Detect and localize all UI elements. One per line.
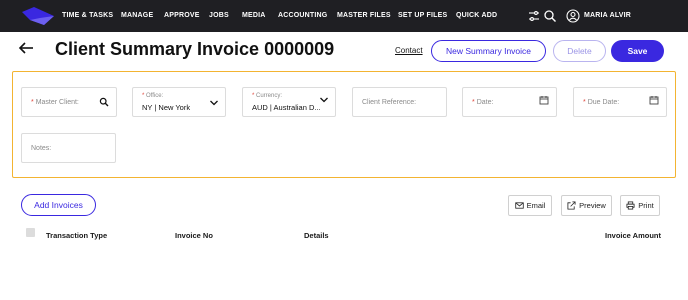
chevron-down-icon[interactable] bbox=[319, 95, 329, 105]
save-button[interactable]: Save bbox=[611, 40, 664, 62]
nav-item-jobs[interactable]: JOBS bbox=[209, 12, 229, 20]
client-reference-placeholder: Client Reference: bbox=[362, 99, 417, 106]
calendar-icon[interactable] bbox=[649, 95, 659, 105]
user-name[interactable]: MARIA ALVIR bbox=[584, 12, 631, 20]
delete-button[interactable]: Delete bbox=[553, 40, 606, 62]
notes-placeholder: Notes: bbox=[31, 145, 52, 152]
nav-item-accounting[interactable]: ACCOUNTING bbox=[278, 12, 327, 20]
select-all-checkbox[interactable] bbox=[26, 228, 35, 237]
user-circle-icon[interactable] bbox=[566, 9, 580, 23]
required-mark: * bbox=[583, 99, 586, 106]
client-reference-input[interactable]: Client Reference: bbox=[352, 87, 447, 117]
envelope-icon bbox=[514, 202, 524, 209]
back-arrow-icon[interactable] bbox=[18, 41, 34, 55]
column-header-details[interactable]: Details bbox=[304, 231, 329, 240]
due-date-placeholder: Due Date: bbox=[587, 99, 620, 106]
top-nav-bar: TIME & TASKS MANAGE APPROVE JOBS MEDIA A… bbox=[0, 0, 688, 32]
contact-link[interactable]: Contact bbox=[395, 46, 423, 56]
search-icon[interactable] bbox=[99, 97, 109, 107]
currency-label: Currency: bbox=[256, 93, 283, 99]
filter-sliders-icon[interactable] bbox=[527, 9, 541, 23]
date-input[interactable]: * Date: bbox=[462, 87, 557, 117]
nav-item-set-up-files[interactable]: SET UP FILES bbox=[398, 12, 447, 20]
required-mark: * bbox=[472, 99, 475, 106]
app-logo-icon[interactable] bbox=[22, 7, 54, 25]
print-button[interactable]: Print bbox=[620, 195, 660, 216]
calendar-icon[interactable] bbox=[539, 95, 549, 105]
nav-item-quick-add[interactable]: QUICK ADD bbox=[456, 12, 497, 20]
nav-item-media[interactable]: MEDIA bbox=[242, 12, 266, 20]
email-button[interactable]: Email bbox=[508, 195, 552, 216]
nav-item-manage[interactable]: MANAGE bbox=[121, 12, 153, 20]
preview-label: Preview bbox=[579, 201, 606, 210]
nav-item-time-tasks[interactable]: TIME & TASKS bbox=[62, 12, 113, 20]
date-placeholder: Date: bbox=[476, 99, 494, 106]
master-client-field[interactable]: * Master Client: bbox=[21, 87, 117, 117]
column-header-transaction-type[interactable]: Transaction Type bbox=[46, 231, 107, 240]
nav-item-master-files[interactable]: MASTER FILES bbox=[337, 12, 391, 20]
column-header-invoice-no[interactable]: Invoice No bbox=[175, 231, 213, 240]
printer-icon bbox=[626, 201, 635, 210]
page-title: Client Summary Invoice 0000009 bbox=[55, 39, 335, 59]
required-mark: * bbox=[252, 93, 255, 99]
required-mark: * bbox=[31, 99, 34, 106]
office-label: Office: bbox=[146, 93, 164, 99]
new-summary-invoice-button[interactable]: New Summary Invoice bbox=[431, 40, 546, 62]
office-select[interactable]: * Office: NY | New York bbox=[132, 87, 226, 117]
required-mark: * bbox=[142, 93, 145, 99]
email-label: Email bbox=[526, 201, 546, 210]
nav-item-approve[interactable]: APPROVE bbox=[164, 12, 200, 20]
external-link-icon bbox=[567, 201, 576, 210]
chevron-down-icon[interactable] bbox=[209, 98, 219, 108]
search-icon[interactable] bbox=[543, 9, 557, 23]
currency-select[interactable]: * Currency: AUD | Australian D... bbox=[242, 87, 336, 117]
print-label: Print bbox=[638, 201, 654, 210]
column-header-invoice-amount[interactable]: Invoice Amount bbox=[605, 231, 661, 240]
master-client-placeholder: Master Client: bbox=[35, 99, 79, 106]
currency-value: AUD | Australian D... bbox=[252, 103, 321, 112]
add-invoices-button[interactable]: Add Invoices bbox=[21, 194, 96, 216]
preview-button[interactable]: Preview bbox=[561, 195, 612, 216]
due-date-input[interactable]: * Due Date: bbox=[573, 87, 667, 117]
notes-input[interactable]: Notes: bbox=[21, 133, 116, 163]
office-value: NY | New York bbox=[142, 103, 191, 112]
